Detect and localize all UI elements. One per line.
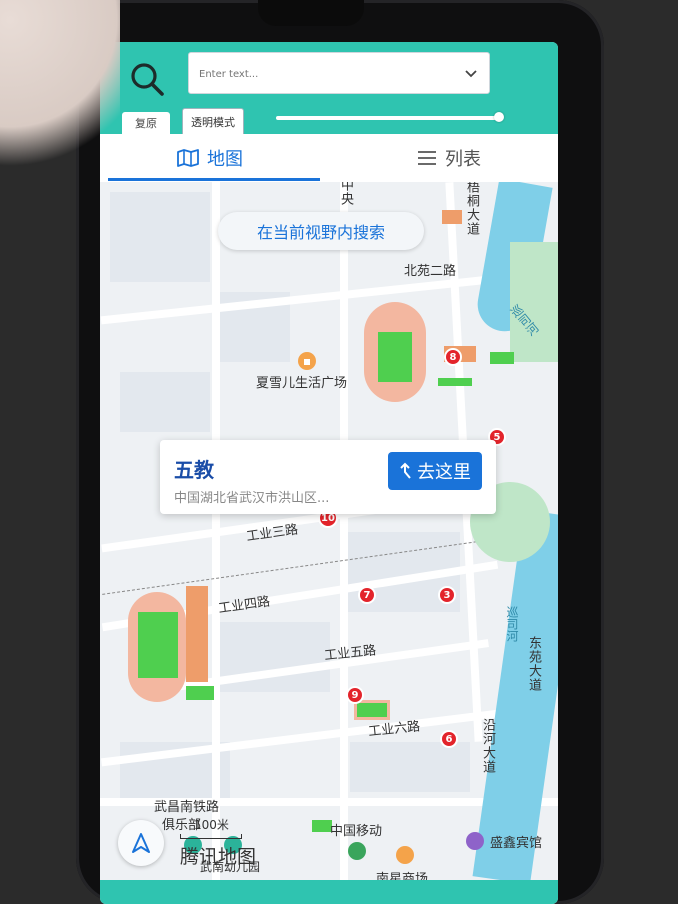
road-label-north-garden: 北苑二路 bbox=[404, 264, 457, 279]
app-screen: 复原 透明模式 地图 列表 bbox=[100, 42, 558, 904]
result-marker[interactable]: 6 bbox=[440, 730, 458, 748]
hotel-icon bbox=[466, 832, 484, 850]
map-block bbox=[350, 742, 470, 792]
popup-address: 中国湖北省武汉市洪山区... bbox=[174, 491, 330, 506]
search-in-view-button[interactable]: 在当前视野内搜索 bbox=[218, 212, 424, 250]
green-roof bbox=[354, 700, 390, 720]
map-block bbox=[110, 192, 210, 282]
search-icon[interactable] bbox=[130, 62, 164, 96]
chevron-down-icon[interactable] bbox=[463, 65, 479, 81]
map-scale-bar bbox=[180, 834, 242, 839]
active-tab-indicator bbox=[108, 178, 320, 181]
result-marker[interactable]: 8 bbox=[444, 348, 462, 366]
tab-map[interactable]: 地图 bbox=[100, 134, 320, 182]
finger-in-photo bbox=[0, 0, 120, 180]
map-road bbox=[340, 182, 348, 882]
popup-title: 五教 bbox=[174, 458, 214, 482]
green-roof bbox=[438, 378, 472, 386]
search-input[interactable] bbox=[197, 55, 463, 93]
route-arrow-icon bbox=[400, 462, 411, 479]
transparent-mode-tab[interactable]: 透明模式 bbox=[182, 108, 244, 134]
building bbox=[442, 210, 462, 224]
green-roof bbox=[490, 352, 514, 364]
location-popup[interactable]: 五教 中国湖北省武汉市洪山区... 去这里 bbox=[160, 440, 496, 514]
navigation-arrow-icon bbox=[132, 833, 150, 853]
map-view[interactable]: 在当前视野内搜索 梧桐大道 北苑二路 工业三路 工业四路 工业五路 工业六路 东… bbox=[100, 182, 558, 882]
tab-map-label: 地图 bbox=[207, 149, 243, 170]
map-scale-label: 100米 bbox=[194, 818, 229, 832]
result-marker[interactable]: 3 bbox=[438, 586, 456, 604]
road-label-wutong: 梧桐大道 bbox=[464, 182, 479, 236]
china-mobile-icon bbox=[348, 842, 366, 860]
tab-list-label: 列表 bbox=[445, 149, 481, 170]
navigate-here-button[interactable]: 去这里 bbox=[388, 452, 482, 490]
reset-tab[interactable]: 复原 bbox=[122, 112, 170, 134]
road-label-yanhe: 沿河大道 bbox=[480, 718, 495, 774]
road-label-zhong: 中央 bbox=[338, 182, 353, 206]
top-toolbar: 复原 透明模式 bbox=[100, 42, 558, 134]
green-roof bbox=[186, 686, 214, 700]
bottom-nav-bar bbox=[100, 880, 558, 904]
road-label-dongyuan: 东苑大道 bbox=[526, 636, 541, 692]
result-marker[interactable]: 9 bbox=[346, 686, 364, 704]
road-label-industrial-6: 工业六路 bbox=[367, 719, 421, 740]
opacity-slider-track[interactable] bbox=[276, 116, 502, 120]
poi-label-china-mobile[interactable]: 中国移动 bbox=[330, 820, 382, 839]
tab-list[interactable]: 列表 bbox=[340, 134, 558, 182]
poi-label-railway-club-1[interactable]: 武昌南铁路 bbox=[154, 796, 219, 815]
navigation-arrow-button[interactable] bbox=[118, 820, 164, 866]
navigate-here-label: 去这里 bbox=[417, 462, 471, 483]
map-block bbox=[120, 372, 210, 432]
stadium-field bbox=[138, 612, 178, 678]
phone-notch bbox=[258, 0, 364, 26]
poi-label-xiaxueer[interactable]: 夏雪儿生活广场 bbox=[256, 372, 347, 391]
map-road bbox=[212, 182, 220, 882]
search-input-box[interactable] bbox=[188, 52, 490, 94]
map-brand-logo: 腾讯地图 bbox=[180, 846, 257, 868]
road-label-industrial-4: 工业四路 bbox=[217, 594, 272, 617]
map-icon bbox=[177, 149, 199, 167]
map-road bbox=[100, 275, 490, 325]
shopping-icon bbox=[396, 846, 414, 864]
river-label-mid: 巡司河 bbox=[505, 606, 519, 642]
result-marker[interactable]: 7 bbox=[358, 586, 376, 604]
poi-label-shengxin-hotel[interactable]: 盛鑫宾馆 bbox=[490, 832, 542, 851]
opacity-slider-thumb[interactable] bbox=[494, 112, 504, 122]
stadium-field bbox=[378, 332, 412, 382]
building bbox=[186, 586, 208, 682]
list-icon bbox=[418, 151, 436, 165]
green-roof bbox=[312, 820, 332, 832]
mall-icon bbox=[298, 352, 316, 370]
view-tabs: 地图 列表 bbox=[100, 134, 558, 183]
